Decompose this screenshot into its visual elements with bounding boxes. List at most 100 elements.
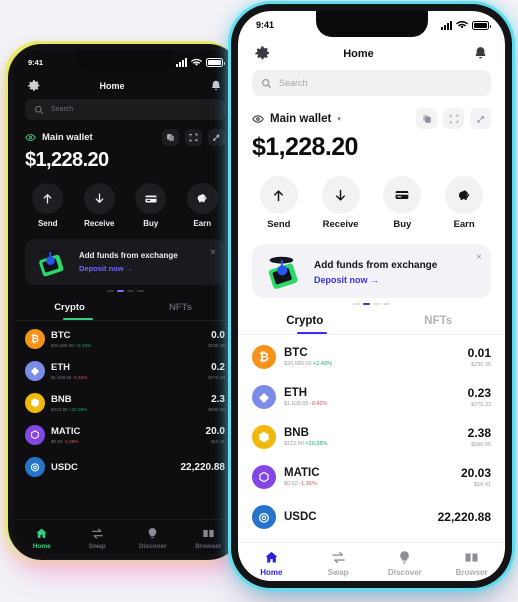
send-label: Send (267, 219, 291, 230)
gear-icon[interactable] (27, 79, 41, 93)
asset-info: ETH $1,628.65 -0.42% (51, 362, 202, 380)
app-header: Home (14, 74, 236, 99)
wifi-icon (191, 58, 202, 66)
table-row[interactable]: ⬡ MATIC $0.52 -1.36% 20.0 $16.41 (25, 419, 225, 451)
connect-icon[interactable] (208, 129, 225, 146)
price-value: $0.52 (284, 481, 298, 487)
chevron-down-icon: ▾ (337, 115, 341, 123)
promo-banner[interactable]: Add funds from exchange Deposit now → × (252, 244, 491, 298)
table-row[interactable]: ◎ USDC 22,220.88 (252, 497, 491, 537)
nav-home[interactable]: Home (14, 527, 70, 550)
scan-icon[interactable] (185, 129, 202, 146)
bulb-icon (400, 551, 410, 564)
arrow-up-icon (32, 183, 64, 214)
banner-text: Add funds from exchange Deposit now → (314, 260, 481, 285)
asset-amount: 2.3 (211, 394, 225, 405)
bell-icon[interactable] (209, 79, 223, 93)
buy-button[interactable]: Buy (383, 176, 422, 230)
table-row[interactable]: ₿ BTC $26,685.00 +2.43% 0.01 $236.35 (252, 337, 491, 377)
status-time: 9:41 (256, 20, 275, 30)
home-icon (36, 528, 47, 538)
buy-label: Buy (143, 219, 159, 228)
asset-symbol: ETH (284, 387, 307, 399)
nav-swap[interactable]: Swap (70, 527, 126, 550)
wallet-selector[interactable]: Main wallet ▾ (25, 132, 102, 143)
wallet-name: Main wallet (42, 132, 93, 143)
nav-browser[interactable]: Browser (438, 550, 505, 577)
battery-icon (206, 57, 225, 67)
nav-swap-label: Swap (327, 568, 349, 577)
deposit-now-link[interactable]: Deposit now → (314, 275, 481, 285)
receive-button[interactable]: Receive (83, 183, 115, 228)
close-icon[interactable]: × (476, 252, 482, 263)
search-input[interactable]: Search (252, 70, 491, 96)
connect-icon[interactable] (470, 108, 491, 129)
close-icon[interactable]: × (210, 247, 216, 258)
price-value: $1,628.65 (284, 401, 309, 407)
bottom-navigation: Home Swap Discover Browser (238, 542, 505, 581)
nav-discover[interactable]: Discover (125, 527, 181, 550)
arrow-right-icon: → (370, 274, 380, 285)
asset-tabs: Crypto NFTs (14, 302, 236, 320)
phone-coin-illustration (268, 256, 298, 289)
asset-symbol: BNB (51, 394, 72, 405)
price-change: -1.36% (63, 439, 79, 444)
nav-browser-label: Browser (455, 568, 488, 577)
asset-info: USDC (284, 511, 430, 523)
coin-icon: ⬢ (252, 425, 276, 449)
table-row[interactable]: ⬢ BNB $212.80 +20.38% 2.38 $506.95 (252, 417, 491, 457)
banner-title: Add funds from exchange (79, 251, 178, 260)
copy-icon[interactable] (416, 108, 437, 129)
coin-icon: ◎ (252, 505, 276, 529)
bell-icon[interactable] (472, 45, 489, 62)
asset-usd-value: $236.35 (208, 343, 225, 348)
search-input[interactable]: Search (25, 99, 225, 120)
asset-holdings: 2.38 $506.95 (468, 426, 491, 448)
tab-nfts[interactable]: NFTs (372, 315, 506, 334)
nav-home[interactable]: Home (238, 550, 305, 577)
asset-symbol: BNB (284, 427, 309, 439)
price-change: +2.43% (75, 343, 91, 348)
table-row[interactable]: ⬡ MATIC $0.52 -1.36% 20.03 $16.41 (252, 457, 491, 497)
deposit-now-link[interactable]: Deposit now → (79, 264, 217, 273)
table-row[interactable]: ◆ ETH $1,628.65 -0.42% 0.2 $275.33 (25, 355, 225, 387)
promo-banner[interactable]: Add funds from exchange Deposit now → × (25, 239, 225, 285)
nav-discover[interactable]: Discover (372, 550, 439, 577)
send-button[interactable]: Send (259, 176, 298, 230)
wallet-actions (162, 129, 225, 146)
price-change: +2.43% (313, 361, 332, 367)
asset-price: $1,628.65 -0.42% (284, 401, 460, 407)
earn-button[interactable]: Earn (186, 183, 218, 228)
table-row[interactable]: ⬢ BNB $212.80 +20.38% 2.3 $506.95 (25, 387, 225, 419)
receive-button[interactable]: Receive (321, 176, 360, 230)
asset-symbol: BTC (284, 347, 308, 359)
asset-amount: 2.38 (467, 426, 491, 440)
table-row[interactable]: ◎ USDC 22,220.88 (25, 451, 225, 483)
asset-price: $26,685.00 +2.43% (51, 343, 202, 348)
wallet-selector[interactable]: Main wallet ▾ (252, 113, 341, 125)
asset-list: ₿ BTC $26,685.00 +2.43% 0.01 $236.35 ◆ E… (238, 335, 505, 537)
asset-symbol: BTC (51, 330, 71, 341)
asset-info: MATIC $0.52 -1.36% (284, 467, 453, 487)
buy-label: Buy (393, 219, 412, 230)
nav-browser[interactable]: Browser (181, 527, 237, 550)
quick-actions: Send Receive Buy Earn (14, 172, 236, 236)
asset-symbol: USDC (51, 461, 78, 473)
nav-swap[interactable]: Swap (305, 550, 372, 577)
wallet-row: Main wallet ▾ (238, 108, 505, 129)
nav-home-label: Home (260, 568, 283, 577)
table-row[interactable]: ◆ ETH $1,628.65 -0.42% 0.23 $275.33 (252, 377, 491, 417)
price-value: $0.52 (51, 439, 63, 444)
copy-icon[interactable] (162, 129, 179, 146)
gear-icon[interactable] (254, 45, 271, 62)
status-icons (176, 57, 225, 67)
table-row[interactable]: ₿ BTC $26,685.00 +2.43% 0.0 $236.35 (25, 323, 225, 355)
send-button[interactable]: Send (32, 183, 64, 228)
tab-nfts[interactable]: NFTs (125, 302, 236, 320)
buy-button[interactable]: Buy (135, 183, 167, 228)
nav-discover-label: Discover (387, 568, 422, 577)
asset-tabs: Crypto NFTs (238, 315, 505, 334)
earn-button[interactable]: Earn (445, 176, 484, 230)
coin-icon: ◆ (252, 385, 276, 409)
scan-icon[interactable] (443, 108, 464, 129)
